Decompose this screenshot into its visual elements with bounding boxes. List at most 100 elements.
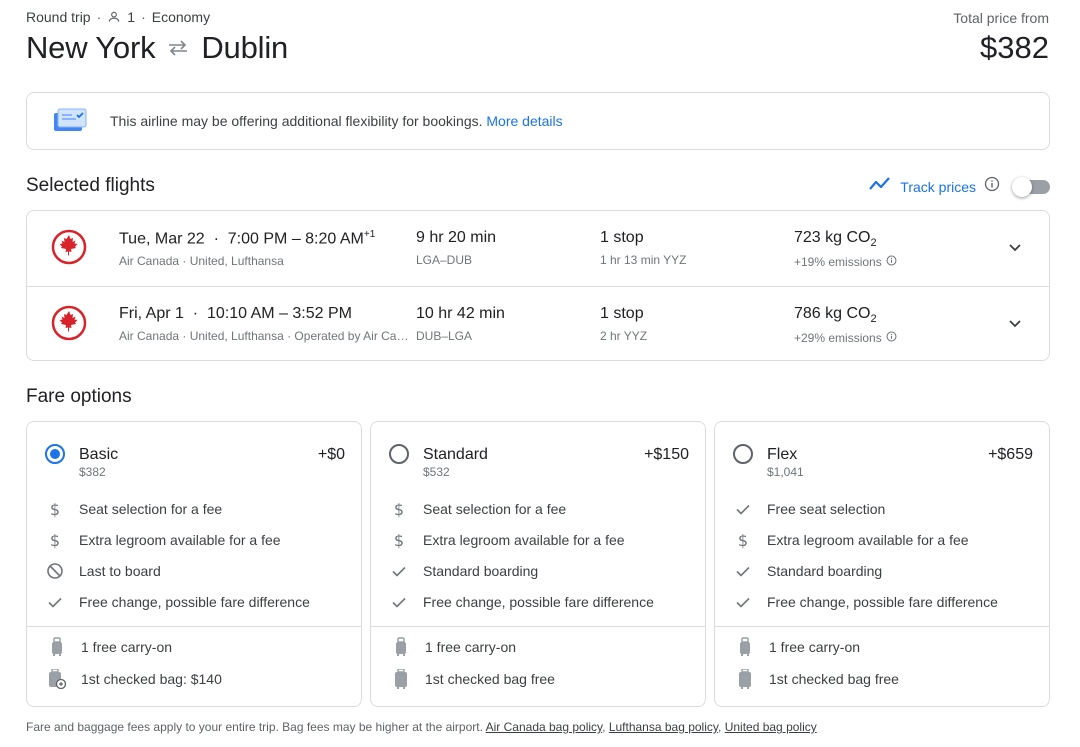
destination-city: Dublin xyxy=(201,30,289,65)
baggage-item: 1st checked bag free xyxy=(735,669,899,689)
baggage-item: 1 free carry-on xyxy=(391,637,516,657)
svg-text:$: $ xyxy=(394,500,404,518)
checked-bag-icon xyxy=(735,668,755,690)
ticket-illustration-icon xyxy=(52,107,88,135)
flight-row-outbound[interactable]: Tue, Mar 22 · 7:00 PM – 8:20 AM+1 Air Ca… xyxy=(27,211,1049,286)
check-icon xyxy=(389,592,409,612)
flight-times: 10:10 AM – 3:52 PM xyxy=(207,305,352,322)
emissions-value: 786 kg CO xyxy=(794,305,871,322)
flight-airlines: Air Canada · United, Lufthansa xyxy=(119,254,284,269)
baggage-item: 1st checked bag: $140 xyxy=(47,669,222,689)
dollar-icon: $ xyxy=(389,530,409,550)
fare-price: $532 xyxy=(423,465,450,479)
check-icon xyxy=(733,499,753,519)
carry-on-icon xyxy=(47,636,67,658)
origin-city: New York xyxy=(26,30,156,65)
fare-price: $1,041 xyxy=(767,465,804,479)
flight-date: Fri, Apr 1 xyxy=(119,305,184,322)
air-canada-logo-icon xyxy=(51,305,87,341)
passenger-icon xyxy=(107,10,121,24)
dollar-icon: $ xyxy=(45,530,65,550)
fare-feature: Free change, possible fare difference xyxy=(733,592,998,612)
carry-on-icon xyxy=(735,636,755,658)
fare-price-difference: +$659 xyxy=(988,446,1033,463)
banner-text: This airline may be offering additional … xyxy=(110,113,483,129)
fare-name: Flex xyxy=(767,446,798,463)
block-icon xyxy=(45,561,65,581)
track-prices-toggle[interactable] xyxy=(1012,176,1050,197)
info-icon[interactable] xyxy=(886,255,897,269)
fare-name: Standard xyxy=(423,446,488,463)
fare-feature: $ Extra legroom available for a fee xyxy=(389,530,625,550)
swap-arrows-icon xyxy=(167,40,189,56)
trend-icon xyxy=(868,176,892,197)
fare-header[interactable]: Flex $1,041 +$659 xyxy=(715,422,1049,482)
fare-feature: Standard boarding xyxy=(733,561,882,581)
dollar-icon: $ xyxy=(389,499,409,519)
fare-price-difference: +$0 xyxy=(317,446,345,463)
fare-price: $382 xyxy=(79,465,106,479)
more-details-link[interactable]: More details xyxy=(486,113,562,129)
day-offset: +1 xyxy=(363,229,376,240)
fare-name: Basic xyxy=(79,446,119,463)
check-icon xyxy=(389,561,409,581)
fare-radio[interactable] xyxy=(389,444,409,464)
expand-chevron-down-icon[interactable] xyxy=(1007,315,1023,336)
fare-feature: $ Extra legroom available for a fee xyxy=(733,530,969,550)
flexibility-banner: This airline may be offering additional … xyxy=(26,92,1050,150)
carry-on-icon xyxy=(391,636,411,658)
total-price-label: Total price from xyxy=(953,10,1049,26)
selected-flights-card: Tue, Mar 22 · 7:00 PM – 8:20 AM+1 Air Ca… xyxy=(26,210,1050,361)
total-price: $382 xyxy=(980,30,1049,65)
info-icon[interactable] xyxy=(984,176,1000,197)
checked-bag-fee-icon xyxy=(47,668,67,690)
fare-options-heading: Fare options xyxy=(26,386,132,407)
fare-header[interactable]: Basic $382 +$0 xyxy=(27,422,361,482)
check-icon xyxy=(733,592,753,612)
baggage-item: 1 free carry-on xyxy=(735,637,860,657)
track-prices-control[interactable]: Track prices xyxy=(868,176,1050,197)
flight-duration: 10 hr 42 min xyxy=(416,305,505,322)
dollar-icon: $ xyxy=(733,530,753,550)
dollar-icon: $ xyxy=(45,499,65,519)
cabin-class[interactable]: Economy xyxy=(152,9,210,25)
passenger-count[interactable]: 1 xyxy=(127,9,135,25)
air-canada-logo-icon xyxy=(51,229,87,265)
flight-route: LGA–DUB xyxy=(416,253,473,267)
flight-layover: 1 hr 13 min YYZ xyxy=(600,253,687,267)
emissions-diff: +19% emissions xyxy=(794,255,882,270)
baggage-item: 1st checked bag free xyxy=(391,669,555,689)
fare-feature: $ Extra legroom available for a fee xyxy=(45,530,281,550)
trip-type[interactable]: Round trip xyxy=(26,9,91,25)
fare-card-basic[interactable]: Basic $382 +$0 $ Seat selection for a fee $ Ex… xyxy=(26,421,362,707)
footnote-text: Fare and baggage fees apply to your enti… xyxy=(26,720,483,734)
fare-card-flex[interactable]: Flex $1,041 +$659 Free seat selection $ Extra… xyxy=(714,421,1050,707)
svg-text:$: $ xyxy=(394,531,404,549)
flight-row-return[interactable]: Fri, Apr 1 · 10:10 AM – 3:52 PM Air Cana… xyxy=(27,286,1049,361)
lufthansa-bag-policy-link[interactable]: Lufthansa bag policy xyxy=(609,720,718,734)
fare-radio[interactable] xyxy=(733,444,753,464)
flight-route: DUB–LGA xyxy=(416,329,473,343)
info-icon[interactable] xyxy=(886,331,897,345)
baggage-footnote: Fare and baggage fees apply to your enti… xyxy=(26,720,817,734)
fare-feature: Free seat selection xyxy=(733,499,885,519)
fare-feature: Free change, possible fare difference xyxy=(389,592,654,612)
track-prices-label[interactable]: Track prices xyxy=(900,179,976,195)
flight-times: 7:00 PM – 8:20 AM xyxy=(227,230,364,248)
air-canada-bag-policy-link[interactable]: Air Canada bag policy xyxy=(486,720,603,734)
checked-bag-icon xyxy=(391,668,411,690)
united-bag-policy-link[interactable]: United bag policy xyxy=(725,720,817,734)
flight-layover: 2 hr YYZ xyxy=(600,329,648,343)
fare-header[interactable]: Standard $532 +$150 xyxy=(371,422,705,482)
flight-date: Tue, Mar 22 xyxy=(119,230,205,248)
expand-chevron-down-icon[interactable] xyxy=(1007,239,1023,260)
fare-feature: Last to board xyxy=(45,561,161,581)
fare-radio[interactable] xyxy=(45,444,65,464)
fare-feature: $ Seat selection for a fee xyxy=(45,499,222,519)
flight-stops: 1 stop xyxy=(600,229,644,246)
route-title: New York Dublin xyxy=(26,30,288,66)
fare-card-standard[interactable]: Standard $532 +$150 $ Seat selection for a f… xyxy=(370,421,706,707)
flight-duration: 9 hr 20 min xyxy=(416,229,497,246)
selected-flights-heading: Selected flights xyxy=(26,175,155,196)
svg-text:$: $ xyxy=(738,531,748,549)
